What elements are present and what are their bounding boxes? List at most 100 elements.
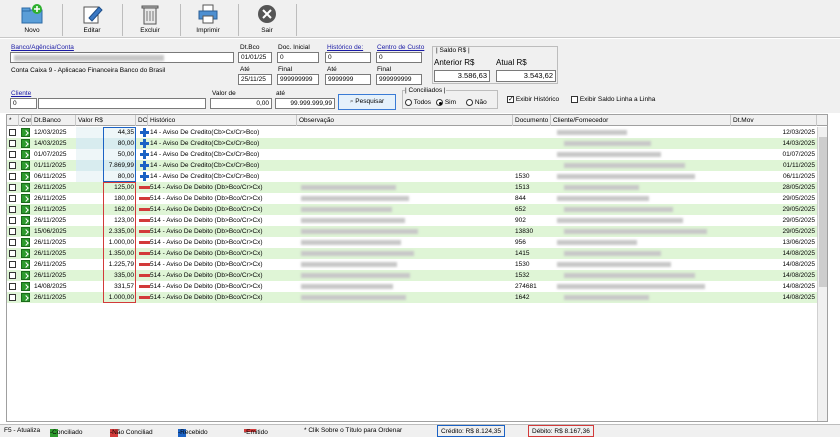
cell-historico: 514 - Aviso De Debito (Db>Bco/Cr>Cx) [150, 228, 263, 235]
table-row[interactable]: 12/03/2025 44,35 14 - Aviso De Credito(Cb>… [7, 127, 817, 138]
new-folder-icon [21, 4, 43, 24]
table-row[interactable]: 26/11/2025 335,00 514 - Aviso De Debito (D… [7, 270, 817, 281]
header-col-observacao[interactable]: Observação [297, 115, 513, 126]
conciliado-icon [21, 150, 30, 159]
cell-cliente [551, 215, 731, 226]
header-col-select[interactable]: * [7, 115, 19, 126]
row-select-checkbox[interactable] [9, 283, 16, 290]
centro-de-input[interactable]: 0 [376, 52, 422, 63]
redacted-text [301, 262, 397, 267]
header-col-valor[interactable]: Valor R$ [76, 115, 136, 126]
cell-observacao [297, 226, 513, 237]
cell-dt-mov: 28/05/2025 [782, 184, 815, 191]
row-select-checkbox[interactable] [9, 250, 16, 257]
valor-ate-label: até [276, 90, 286, 97]
banco-field[interactable] [10, 52, 234, 63]
legend-emitido-label: -Emitido [244, 429, 268, 436]
centro-ate-input[interactable]: 999999999 [376, 74, 422, 85]
row-select-checkbox[interactable] [9, 239, 16, 246]
novo-button[interactable]: Novo [12, 3, 52, 37]
row-select-checkbox[interactable] [9, 195, 16, 202]
historico-label[interactable]: Histórico de: [327, 44, 363, 51]
cliente-code-input[interactable]: 0 [10, 98, 37, 109]
banco-label[interactable]: Banco/Agência/Conta [11, 44, 74, 51]
row-select-checkbox[interactable] [9, 261, 16, 268]
cell-observacao [297, 171, 513, 182]
header-col-cliente[interactable]: Cliente/Fornecedor [551, 115, 731, 126]
table-row[interactable]: 26/11/2025 123,00 514 - Aviso De Debito (D… [7, 215, 817, 226]
header-col-documento[interactable]: Documento [513, 115, 551, 126]
header-col-dt-mov[interactable]: Dt.Mov [731, 115, 817, 126]
cell-valor: 7.869,99 [76, 160, 136, 171]
cell-historico: 514 - Aviso De Debito (Db>Bco/Cr>Cx) [150, 250, 263, 257]
cell-dt-banco: 26/11/2025 [34, 217, 67, 224]
cliente-name-input[interactable] [38, 98, 206, 109]
table-row[interactable]: 01/11/2025 7.869,99 14 - Aviso De Credito(… [7, 160, 817, 171]
cell-valor: 80,00 [76, 138, 136, 149]
table-row[interactable]: 26/11/2025 162,00 514 - Aviso De Debito (D… [7, 204, 817, 215]
editar-button[interactable]: Editar [72, 3, 112, 37]
radio-sim[interactable]: Sim [436, 99, 456, 106]
table-row[interactable]: 26/11/2025 180,00 514 - Aviso De Debito (D… [7, 193, 817, 204]
conciliado-icon [21, 293, 30, 302]
radio-todos[interactable]: Todos [405, 99, 431, 106]
cell-documento: 652 [515, 206, 526, 213]
header-col-con[interactable]: Con [19, 115, 32, 126]
toolbar-separator [238, 4, 239, 36]
cell-cliente [551, 270, 731, 281]
row-select-checkbox[interactable] [9, 140, 16, 147]
cell-valor: 44,35 [76, 127, 136, 138]
doc-final-input[interactable]: 999999999 [277, 74, 319, 85]
table-row[interactable]: 26/11/2025 1.350,00 514 - Aviso De Debito … [7, 248, 817, 259]
close-circle-icon [258, 5, 276, 23]
table-row[interactable]: 26/11/2025 125,00 514 - Aviso De Debito (D… [7, 182, 817, 193]
doc-inicial-input[interactable]: 0 [277, 52, 319, 63]
cell-cliente [551, 237, 731, 248]
cell-observacao [297, 127, 513, 138]
sair-button[interactable]: Sair [247, 3, 287, 37]
table-row[interactable]: 01/07/2025 50,00 14 - Aviso De Credito(Cb>… [7, 149, 817, 160]
filter-panel: Banco/Agência/Conta Conta Caixa 9 - Apli… [0, 39, 840, 113]
header-col-dt-banco[interactable]: Dt.Banco [32, 115, 76, 126]
centro-custo-label[interactable]: Centro de Custo [377, 44, 424, 51]
scrollbar-thumb[interactable] [819, 137, 827, 287]
dt-bco-to-input[interactable]: 25/11/25 [238, 74, 272, 85]
table-row[interactable]: 26/11/2025 1.000,00 514 - Aviso De Debito … [7, 292, 817, 303]
row-select-checkbox[interactable] [9, 151, 16, 158]
toolbar-separator [180, 4, 181, 36]
radio-nao[interactable]: Não [466, 99, 487, 106]
row-select-checkbox[interactable] [9, 294, 16, 301]
redacted-text [301, 273, 410, 278]
atual-label: Atual R$ [496, 58, 527, 67]
imprimir-button[interactable]: Imprimir [188, 3, 228, 37]
exibir-saldo-checkbox[interactable]: Exibir Saldo Linha a Linha [571, 96, 655, 103]
table-row[interactable]: 14/08/2025 331,57 514 - Aviso De Debito (D… [7, 281, 817, 292]
row-select-checkbox[interactable] [9, 206, 16, 213]
vertical-scrollbar[interactable] [817, 127, 827, 421]
historico-ate-input[interactable]: 9999999 [325, 74, 371, 85]
valor-ate-input[interactable]: 99.999.999,99 [275, 98, 335, 109]
header-col-dc[interactable]: DC [136, 115, 148, 126]
pesquisar-button[interactable]: ⌕ Pesquisar [338, 94, 396, 110]
table-row[interactable]: 14/03/2025 80,00 14 - Aviso De Credito(Cb>… [7, 138, 817, 149]
header-col-historico[interactable]: Histórico [148, 115, 297, 126]
row-select-checkbox[interactable] [9, 129, 16, 136]
row-select-checkbox[interactable] [9, 162, 16, 169]
cliente-label[interactable]: Cliente [11, 90, 31, 97]
radio-todos-label: Todos [413, 99, 432, 107]
row-select-checkbox[interactable] [9, 272, 16, 279]
table-row[interactable]: 26/11/2025 1.225,79 514 - Aviso De Debito … [7, 259, 817, 270]
historico-de-input[interactable]: 0 [325, 52, 371, 63]
table-row[interactable]: 06/11/2025 80,00 14 - Aviso De Credito(Cb>… [7, 171, 817, 182]
debito-total: Débito: R$ 8.167,36 [528, 425, 594, 437]
table-row[interactable]: 15/06/2025 2.335,00 514 - Aviso De Debito … [7, 226, 817, 237]
row-select-checkbox[interactable] [9, 217, 16, 224]
valor-de-input[interactable]: 0,00 [210, 98, 272, 109]
excluir-button[interactable]: Excluir [130, 3, 170, 37]
exibir-historico-checkbox[interactable]: Exibir Histórico [507, 96, 559, 103]
dt-bco-from-input[interactable]: 01/01/25 [238, 52, 272, 63]
row-select-checkbox[interactable] [9, 228, 16, 235]
row-select-checkbox[interactable] [9, 184, 16, 191]
row-select-checkbox[interactable] [9, 173, 16, 180]
table-row[interactable]: 26/11/2025 1.000,00 514 - Aviso De Debito … [7, 237, 817, 248]
